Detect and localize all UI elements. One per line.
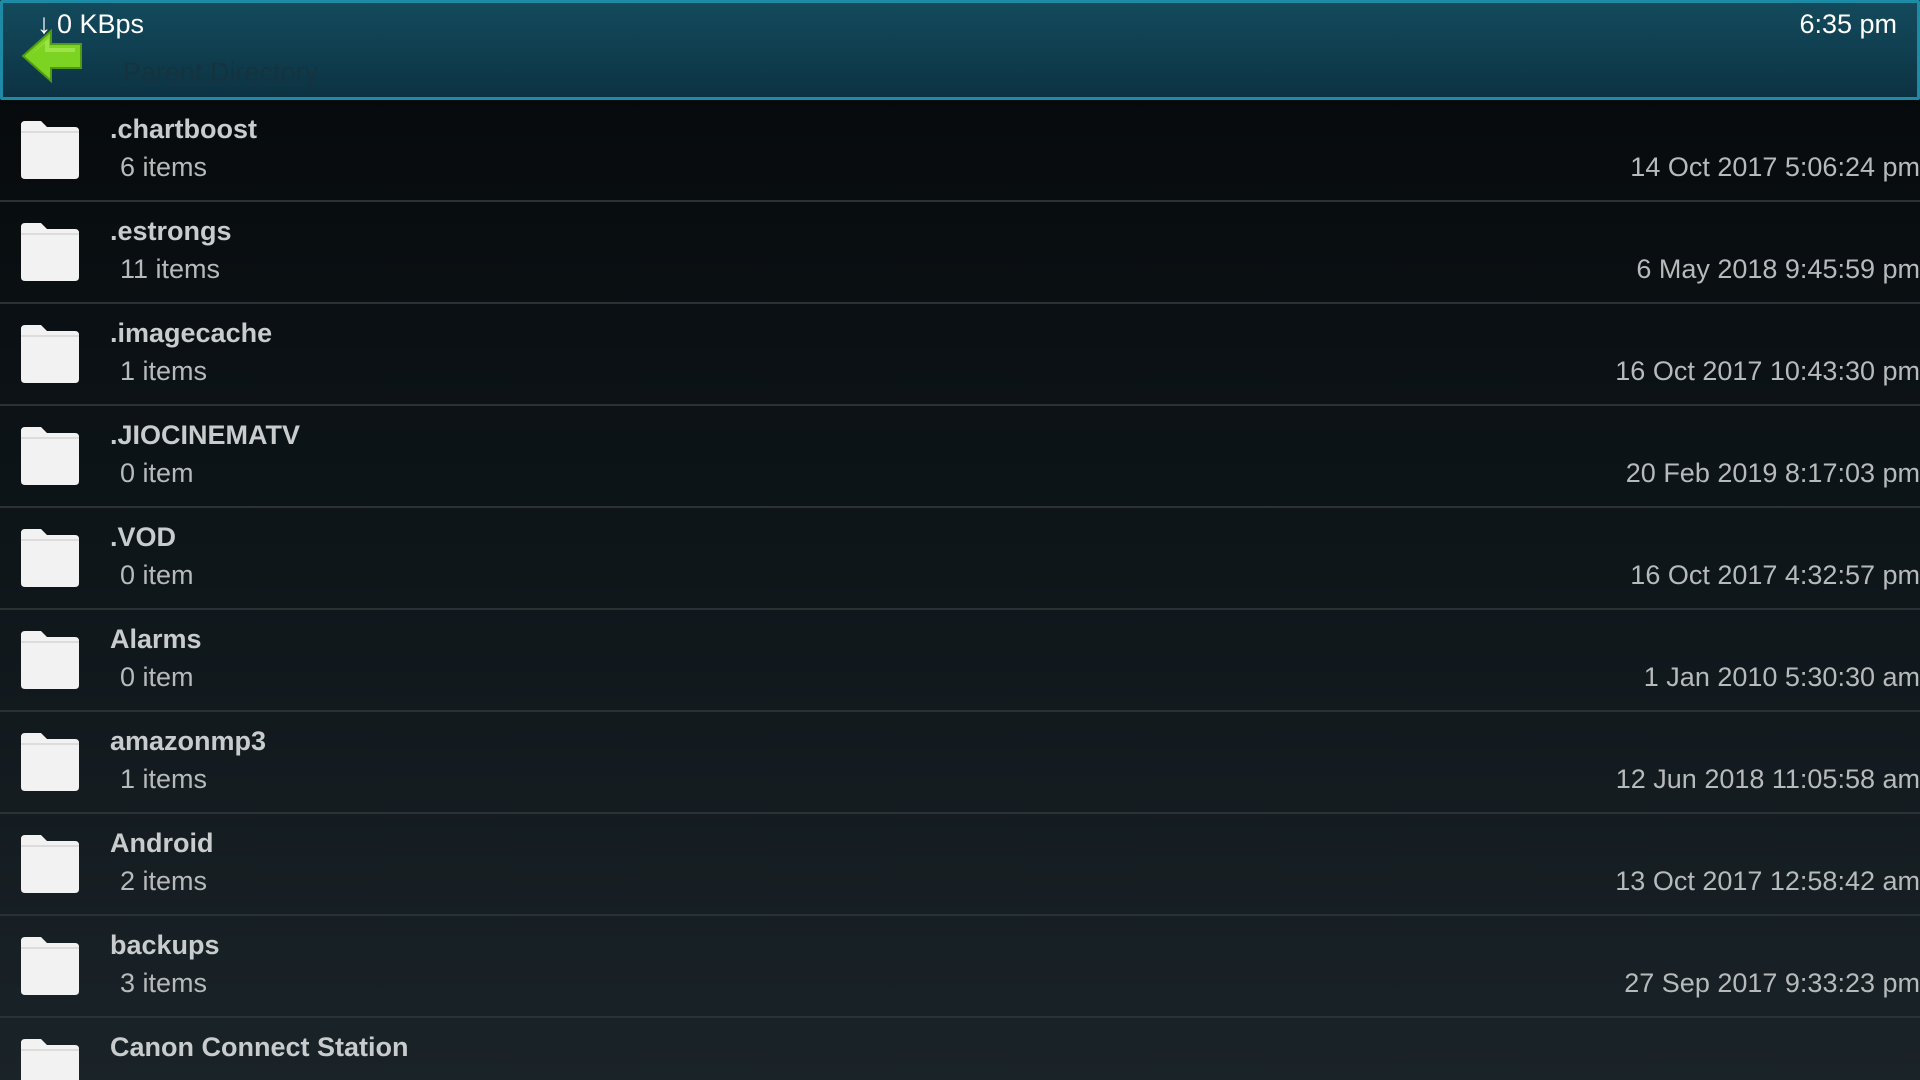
folder-row[interactable]: .VOD 0 item 16 Oct 2017 4:32:57 pm [0, 508, 1920, 610]
folder-modified-date: 16 Oct 2017 10:43:30 pm [1615, 356, 1920, 386]
folder-modified-date: 13 Oct 2017 12:58:42 am [1615, 866, 1920, 896]
folder-row[interactable]: .chartboost 6 items 14 Oct 2017 5:06:24 … [0, 100, 1920, 202]
folder-icon [21, 835, 79, 893]
folder-name: .VOD [110, 522, 177, 552]
folder-modified-date: 12 Jun 2018 11:05:58 am [1615, 764, 1920, 794]
folder-icon [21, 223, 79, 281]
folder-icon [21, 733, 79, 791]
folder-icon [21, 427, 79, 485]
folder-item-count: 6 items [120, 152, 208, 182]
folder-item-count: 1 items [120, 356, 208, 386]
folder-item-count: 11 items [120, 254, 221, 284]
folder-item-count: 0 item [120, 662, 194, 692]
folder-name: .estrongs [110, 216, 232, 246]
folder-item-count: 1 items [120, 764, 208, 794]
folder-icon [21, 529, 79, 587]
folder-modified-date: 6 May 2018 9:45:59 pm [1636, 254, 1920, 284]
folder-icon [21, 1039, 79, 1080]
folder-modified-date: 20 Feb 2019 8:17:03 pm [1625, 458, 1920, 488]
folder-row[interactable]: .imagecache 1 items 16 Oct 2017 10:43:30… [0, 304, 1920, 406]
folder-icon [21, 631, 79, 689]
folder-row[interactable]: .estrongs 11 items 6 May 2018 9:45:59 pm [0, 202, 1920, 304]
folder-item-count: 2 items [120, 866, 208, 896]
folder-icon [21, 325, 79, 383]
folder-name: .JIOCINEMATV [110, 420, 301, 450]
folder-modified-date: 27 Sep 2017 9:33:23 pm [1624, 968, 1920, 998]
folder-item-count: 0 item [120, 560, 194, 590]
folder-name: Alarms [110, 624, 202, 654]
file-list: .chartboost 6 items 14 Oct 2017 5:06:24 … [0, 100, 1920, 1080]
folder-name: .imagecache [110, 318, 273, 348]
folder-modified-date: 16 Oct 2017 4:32:57 pm [1630, 560, 1920, 590]
folder-row[interactable]: Alarms 0 item 1 Jan 2010 5:30:30 am [0, 610, 1920, 712]
folder-name: amazonmp3 [110, 726, 267, 756]
parent-directory-row[interactable]: ↓ 0 KBps 6:35 pm Parent Directory [0, 0, 1920, 100]
folder-row[interactable]: amazonmp3 1 items 12 Jun 2018 11:05:58 a… [0, 712, 1920, 814]
file-browser-screen: ↓ 0 KBps 6:35 pm Parent Directory .chart… [0, 0, 1920, 1080]
folder-row[interactable]: Canon Connect Station [0, 1018, 1920, 1080]
folder-row[interactable]: Android 2 items 13 Oct 2017 12:58:42 am [0, 814, 1920, 916]
folder-icon [21, 121, 79, 179]
folder-name: Android [110, 828, 214, 858]
folder-row[interactable]: backups 3 items 27 Sep 2017 9:33:23 pm [0, 916, 1920, 1018]
folder-name: .chartboost [110, 114, 258, 144]
clock: 6:35 pm [1799, 9, 1897, 39]
folder-modified-date: 1 Jan 2010 5:30:30 am [1643, 662, 1920, 692]
back-arrow-icon[interactable] [21, 27, 85, 85]
folder-item-count: 3 items [120, 968, 208, 998]
folder-modified-date: 14 Oct 2017 5:06:24 pm [1630, 152, 1920, 182]
folder-row[interactable]: .JIOCINEMATV 0 item 20 Feb 2019 8:17:03 … [0, 406, 1920, 508]
folder-icon [21, 937, 79, 995]
folder-name: backups [110, 930, 220, 960]
folder-item-count: 0 item [120, 458, 194, 488]
folder-name: Canon Connect Station [110, 1032, 409, 1062]
parent-directory-label: Parent Directory [123, 57, 319, 87]
